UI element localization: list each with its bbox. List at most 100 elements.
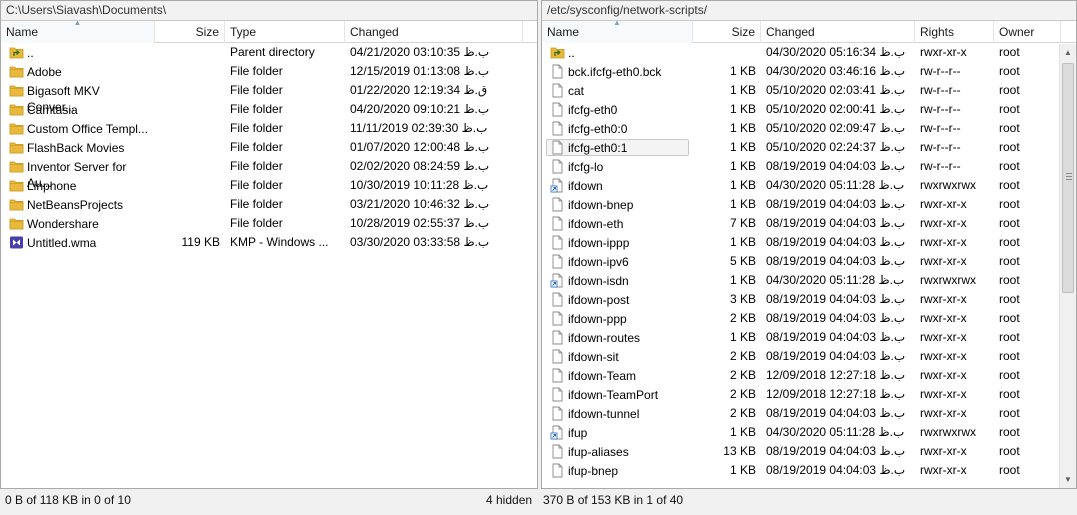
scroll-up-icon[interactable]: ▲ [1060,44,1076,61]
file-name-cell[interactable]: ifdown [546,177,689,194]
file-name-cell[interactable]: ifdown-tunnel [546,405,689,422]
file-name-cell[interactable]: ifdown-post [546,291,689,308]
file-row[interactable]: ifup 1 KB 04/30/2020 05:11:28 ب.ظ rwxrwxrwx… [542,423,1076,442]
file-name-cell[interactable]: Custom Office Templ... [5,120,151,137]
file-row[interactable]: Linphone File folder 10/30/2019 10:11:28 ب… [1,176,537,195]
column-size-header[interactable]: Size [155,21,225,43]
column-rights-header[interactable]: Rights [915,21,994,43]
file-name-cell[interactable]: Camtasia [5,101,151,118]
file-type: File folder [230,197,283,211]
local-file-panel[interactable]: C:\Users\Siavash\Documents\ ▲ Name Size … [0,0,538,489]
file-row[interactable]: bck.ifcfg-eth0.bck 1 KB 04/30/2020 03:46:1… [542,62,1076,81]
file-row[interactable]: Adobe File folder 12/15/2019 01:13:08 ب.ظ [1,62,537,81]
file-row[interactable]: Inventor Server for Au... File folder 02/0… [1,157,537,190]
file-row[interactable]: ifup-bnep 1 KB 08/19/2019 04:04:03 ب.ظ rwxr… [542,461,1076,480]
file-row[interactable]: ifcfg-eth0:0 1 KB 05/10/2020 02:09:47 ب.ظ r… [542,119,1076,138]
file-name-cell[interactable]: ifdown-ipv6 [546,253,689,270]
file-row[interactable]: NetBeansProjects File folder 03/21/2020 10… [1,195,537,214]
file-name-cell[interactable]: ifcfg-eth0:0 [546,120,689,137]
column-name-label: Name [547,25,580,39]
file-icon [550,311,565,326]
file-name-cell[interactable]: ifup-aliases [546,443,689,460]
file-rights: rw-r--r-- [920,159,961,173]
file-row[interactable]: ifdown-bnep 1 KB 08/19/2019 04:04:03 ب.ظ rw… [542,195,1076,214]
file-row[interactable]: .. 04/30/2020 05:16:34 ب.ظ rwxr-xr-x root [542,43,1076,62]
file-name-cell[interactable]: ifcfg-eth0 [546,101,689,118]
file-name-cell[interactable]: ifdown-Team [546,367,689,384]
file-name-cell[interactable]: ifdown-ppp [546,310,689,327]
column-size-label: Size [731,25,755,39]
file-name-cell[interactable]: ifup [546,424,689,441]
column-owner-header[interactable]: Owner [994,21,1061,43]
file-name-cell[interactable]: Untitled.wma [5,234,151,251]
column-size-header[interactable]: Size [693,21,761,43]
column-type-header[interactable]: Type [225,21,345,43]
file-name-cell[interactable]: ifdown-sit [546,348,689,365]
column-changed-header[interactable]: Changed [345,21,523,43]
file-name-cell[interactable]: ifcfg-lo [546,158,689,175]
file-row[interactable]: ifdown-post 3 KB 08/19/2019 04:04:03 ب.ظ rw… [542,290,1076,309]
file-row[interactable]: cat 1 KB 05/10/2020 02:03:41 ب.ظ rw-r--r-- r… [542,81,1076,100]
file-row[interactable]: Bigasoft MKV Conver... File folder 01/22/2… [1,81,537,114]
file-row[interactable]: ifdown-sit 2 KB 08/19/2019 04:04:03 ب.ظ rwx… [542,347,1076,366]
file-row[interactable]: ifdown-Team 2 KB 12/09/2018 12:27:18 ب.ظ rw… [542,366,1076,385]
file-name-cell[interactable]: ifdown-routes [546,329,689,346]
file-icon [550,83,565,98]
file-row[interactable]: ifup-aliases 13 KB 08/19/2019 04:04:03 ب.ظ… [542,442,1076,461]
file-name-cell[interactable]: ifup-bnep [546,462,689,479]
file-row[interactable]: ifdown-routes 1 KB 08/19/2019 04:04:03 ب.ظ… [542,328,1076,347]
file-row[interactable]: .. Parent directory 04/21/2020 03:10:35 ب.… [1,43,537,62]
file-icon [550,64,565,79]
file-row[interactable]: FlashBack Movies File folder 01/07/2020 12… [1,138,537,157]
local-path-bar[interactable]: C:\Users\Siavash\Documents\ [1,1,537,21]
file-owner: root [999,444,1020,458]
file-name-cell[interactable]: bck.ifcfg-eth0.bck [546,63,689,80]
file-name-cell[interactable]: ifdown-eth [546,215,689,232]
file-changed: 08/19/2019 04:04:03 ب.ظ [766,463,906,477]
file-name-cell[interactable]: .. [5,44,151,61]
remote-status-text: 370 B of 153 KB in 1 of 40 [543,493,684,507]
file-name: ifdown-routes [568,331,641,345]
file-size [155,214,225,233]
vertical-scrollbar[interactable]: ▲ ▼ [1059,44,1076,488]
file-name-cell[interactable]: Inventor Server for Au... [5,158,151,190]
file-row[interactable]: ifdown-ippp 1 KB 08/19/2019 04:04:03 ب.ظ rw… [542,233,1076,252]
scroll-thumb[interactable] [1062,63,1074,293]
column-name-header[interactable]: ▲ Name [542,21,693,43]
file-row[interactable]: Wondershare File folder 10/28/2019 02:55:3… [1,214,537,233]
file-name-cell[interactable]: cat [546,82,689,99]
file-name-cell[interactable]: FlashBack Movies [5,139,151,156]
file-row[interactable]: ifcfg-eth0:1 1 KB 05/10/2020 02:24:37 ب.ظ r… [542,138,1076,157]
file-row[interactable]: Custom Office Templ... File folder 11/11/2… [1,119,537,138]
file-name-cell[interactable]: .. [546,44,689,61]
file-name-cell[interactable]: Adobe [5,63,151,80]
scroll-down-icon[interactable]: ▼ [1060,471,1076,488]
file-row[interactable]: ifdown-eth 7 KB 08/19/2019 04:04:03 ب.ظ rwx… [542,214,1076,233]
file-row[interactable]: ifdown-TeamPort 2 KB 12/09/2018 12:27:18 ب… [542,385,1076,404]
file-type: File folder [230,64,283,78]
file-name: ifup-bnep [568,464,619,478]
remote-path-bar[interactable]: /etc/sysconfig/network-scripts/ [542,1,1076,21]
file-name-cell[interactable]: Bigasoft MKV Conver... [5,82,151,114]
column-changed-header[interactable]: Changed [761,21,915,43]
file-name-cell[interactable]: ifdown-ippp [546,234,689,251]
file-name-cell[interactable]: NetBeansProjects [5,196,151,213]
file-row[interactable]: Untitled.wma 119 KB KMP - Windows ... 03/30… [1,233,537,252]
file-row[interactable]: Camtasia File folder 04/20/2020 09:10:21 ب… [1,100,537,119]
file-name-cell[interactable]: Wondershare [5,215,151,232]
remote-file-panel[interactable]: /etc/sysconfig/network-scripts/ ▲ Name S… [541,0,1077,489]
file-row[interactable]: ifdown-isdn 1 KB 04/30/2020 05:11:28 ب.ظ rw… [542,271,1076,290]
file-name-cell[interactable]: ifdown-TeamPort [546,386,689,403]
file-row[interactable]: ifcfg-eth0 1 KB 05/10/2020 02:00:41 ب.ظ rw-… [542,100,1076,119]
file-name-cell[interactable]: ifcfg-eth0:1 [546,139,689,156]
file-size: 119 KB [181,235,220,249]
file-row[interactable]: ifdown-ipv6 5 KB 08/19/2019 04:04:03 ب.ظ rw… [542,252,1076,271]
file-name-cell[interactable]: ifdown-bnep [546,196,689,213]
column-name-header[interactable]: ▲ Name [1,21,155,43]
file-row[interactable]: ifcfg-lo 1 KB 08/19/2019 04:04:03 ب.ظ rw-r-… [542,157,1076,176]
file-row[interactable]: ifdown 1 KB 04/30/2020 05:11:28 ب.ظ rwxrwxr… [542,176,1076,195]
file-row[interactable]: ifdown-tunnel 2 KB 08/19/2019 04:04:03 ب.ظ… [542,404,1076,423]
file-name-cell[interactable]: ifdown-isdn [546,272,689,289]
file-row[interactable]: ifdown-ppp 2 KB 08/19/2019 04:04:03 ب.ظ rwx… [542,309,1076,328]
file-name-cell[interactable]: Linphone [5,177,151,194]
